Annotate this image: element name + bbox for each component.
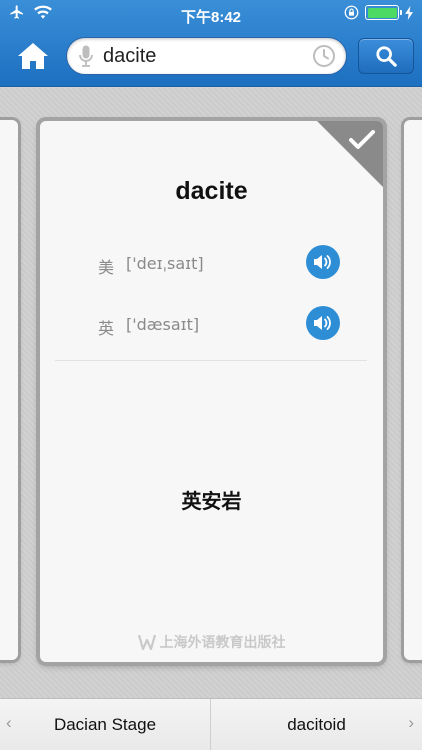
next-card-peek[interactable]	[404, 120, 422, 660]
word-card[interactable]: dacite 美 ['deɪˌsaɪt] 英 ['dæsaɪt] 英安岩 上海外…	[40, 121, 383, 662]
publisher-name: 上海外语教育出版社	[159, 634, 286, 650]
microphone-icon[interactable]	[79, 45, 93, 67]
publisher-watermark: 上海外语教育出版社	[40, 632, 383, 652]
home-button[interactable]	[10, 38, 56, 74]
headword: dacite	[175, 177, 248, 205]
rotation-lock-icon	[344, 5, 359, 20]
next-word-button[interactable]: dacitoid ›	[211, 699, 422, 750]
charging-bolt-icon	[405, 5, 413, 20]
play-us-audio-button[interactable]	[306, 245, 340, 279]
flashcard-carousel[interactable]: dacite 美 ['deɪˌsaɪt] 英 ['dæsaɪt] 英安岩 上海外…	[0, 88, 422, 698]
previous-card-peek[interactable]	[0, 120, 18, 660]
chevron-right-icon: ›	[408, 713, 414, 732]
pronunciation-us: 美 ['deɪˌsaɪt]	[40, 245, 383, 281]
pronunciation-ipa: ['deɪˌsaɪt]	[126, 254, 204, 273]
status-bar: 下午8:42	[0, 0, 422, 30]
bottom-navigation: ‹ Dacian Stage dacitoid ›	[0, 698, 422, 750]
speaker-icon	[314, 316, 331, 330]
checkmark-icon[interactable]	[349, 129, 375, 151]
card-divider	[55, 360, 367, 361]
battery-icon	[365, 5, 402, 20]
search-input[interactable]	[103, 42, 303, 70]
pronunciation-label: 英	[98, 321, 115, 338]
search-icon	[376, 46, 397, 67]
definition-text: 英安岩	[181, 491, 242, 513]
publisher-logo-icon	[137, 634, 156, 650]
chevron-left-icon: ‹	[6, 713, 12, 732]
next-word-label: dacitoid	[287, 715, 346, 734]
home-icon	[18, 43, 48, 69]
previous-word-label: Dacian Stage	[53, 715, 157, 734]
pronunciation-label: 美	[98, 260, 115, 277]
status-right-icons	[344, 5, 414, 20]
pronunciation-ipa: ['dæsaɪt]	[126, 315, 200, 334]
search-box[interactable]	[66, 37, 347, 75]
history-clock-icon[interactable]	[312, 44, 336, 68]
speaker-icon	[314, 255, 331, 269]
pronunciation-uk: 英 ['dæsaɪt]	[40, 306, 383, 342]
app-header: 下午8:42	[0, 0, 422, 87]
play-uk-audio-button[interactable]	[306, 306, 340, 340]
search-button[interactable]	[358, 38, 414, 74]
previous-word-button[interactable]: ‹ Dacian Stage	[0, 699, 211, 750]
